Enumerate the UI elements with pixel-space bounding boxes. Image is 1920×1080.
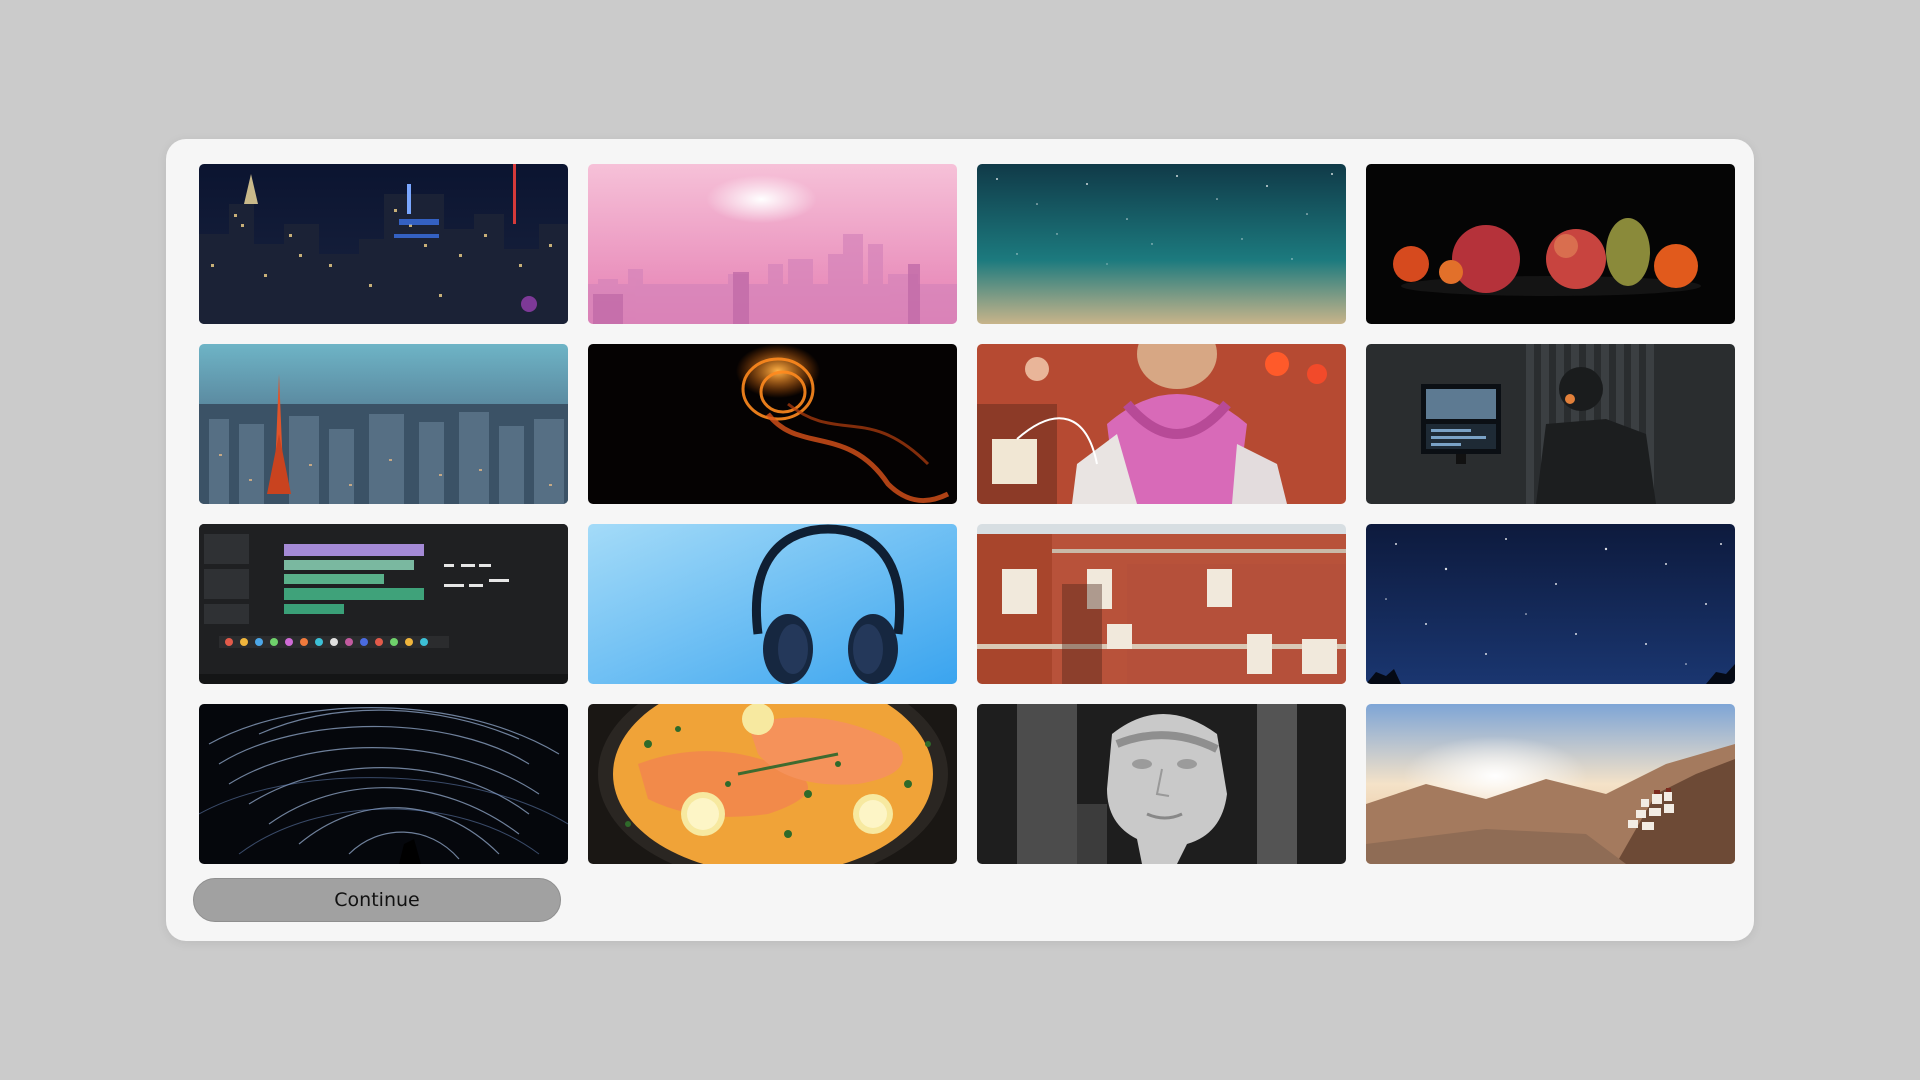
- tile-nyc-night-skyline[interactable]: [199, 164, 568, 324]
- tile-teal-starry-sky[interactable]: [977, 164, 1346, 324]
- tile-child-pink-scarf[interactable]: [977, 344, 1346, 504]
- tile-tokyo-tower-city[interactable]: [199, 344, 568, 504]
- tile-headphones-blue[interactable]: [588, 524, 957, 684]
- tile-red-brick-building[interactable]: [977, 524, 1346, 684]
- tile-star-trails-swirl[interactable]: [199, 704, 568, 864]
- tile-video-editor-screen[interactable]: [199, 524, 568, 684]
- tile-pink-haze-city[interactable]: [588, 164, 957, 324]
- tile-orange-light-swirl[interactable]: [588, 344, 957, 504]
- continue-button[interactable]: Continue: [193, 878, 561, 922]
- tile-salmon-curry[interactable]: [588, 704, 957, 864]
- tile-night-sky-stars[interactable]: [1366, 524, 1735, 684]
- tile-person-editing-video[interactable]: [1366, 344, 1735, 504]
- tile-greek-statue-bw[interactable]: [977, 704, 1346, 864]
- image-picker-dialog: Continue: [166, 139, 1754, 941]
- tile-mountain-monastery[interactable]: [1366, 704, 1735, 864]
- tile-fruit-bowl-dark[interactable]: [1366, 164, 1735, 324]
- image-grid: [199, 164, 1735, 864]
